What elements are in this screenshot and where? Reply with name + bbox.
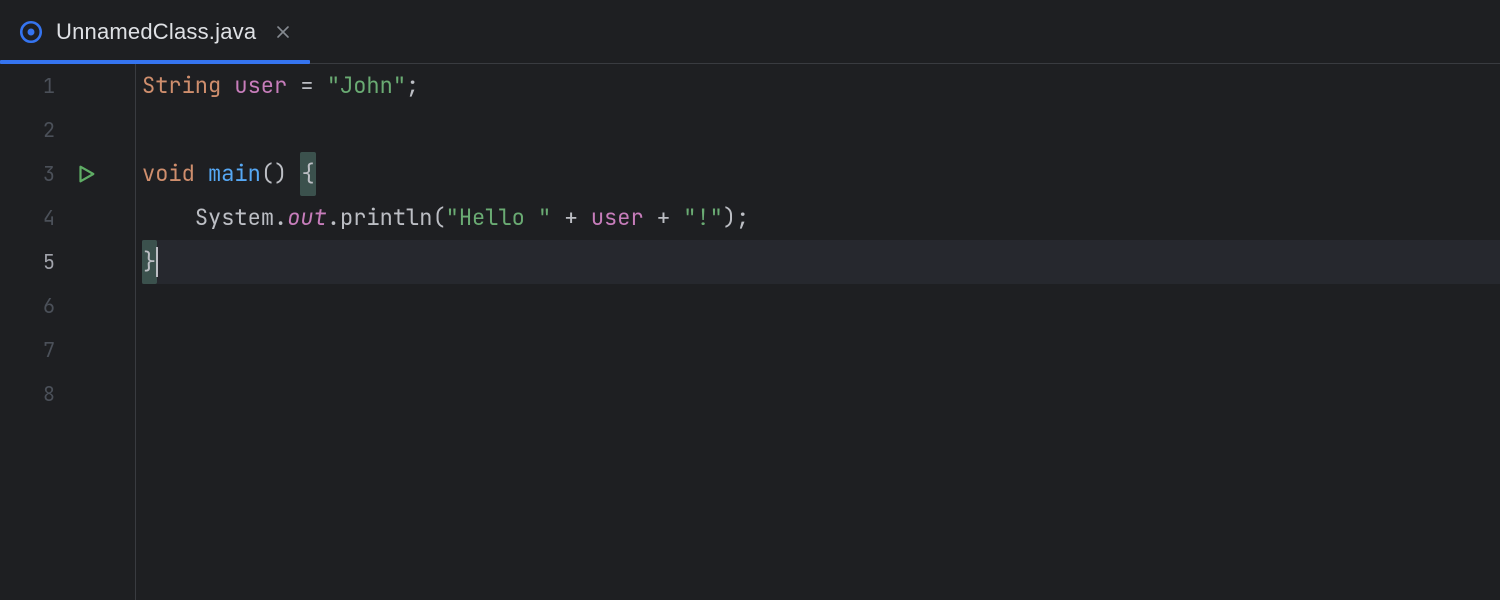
line-number: 1 xyxy=(0,64,135,108)
code-line[interactable]: } xyxy=(142,240,1500,284)
token-punct: () xyxy=(261,152,287,196)
token-brace: } xyxy=(142,240,157,284)
token-field: out xyxy=(287,196,327,240)
code-line[interactable] xyxy=(142,284,1500,328)
line-number: 7 xyxy=(0,328,135,372)
token-call: println xyxy=(340,196,432,240)
token-variable: user xyxy=(234,64,287,108)
line-number: 5 xyxy=(0,240,135,284)
code-line[interactable] xyxy=(142,372,1500,416)
code-line[interactable]: void main() { xyxy=(142,152,1500,196)
token-method: main xyxy=(208,152,261,196)
token-ident: System xyxy=(195,196,274,240)
code-line[interactable]: System.out.println("Hello " + user + "!"… xyxy=(142,196,1500,240)
tab-unnamedclass[interactable]: UnnamedClass.java xyxy=(0,0,310,63)
code-line[interactable] xyxy=(142,108,1500,152)
token-punct: . xyxy=(327,196,340,240)
token-punct: ) xyxy=(723,196,736,240)
editor[interactable]: 1 2 3 4 5 6 7 8 String user = "John"; vo… xyxy=(0,64,1500,600)
token-type: String xyxy=(142,64,221,108)
line-number: 2 xyxy=(0,108,135,152)
class-ring-icon xyxy=(18,19,44,45)
token-operator: + xyxy=(644,196,684,240)
code-line[interactable]: String user = "John"; xyxy=(142,64,1500,108)
token-indent xyxy=(142,196,195,240)
token-string: "!" xyxy=(683,196,723,240)
tab-filename: UnnamedClass.java xyxy=(56,19,256,45)
token-punct: ( xyxy=(432,196,445,240)
token-operator: + xyxy=(551,196,591,240)
token-keyword: void xyxy=(142,152,195,196)
token-brace: { xyxy=(300,152,315,196)
token-string: "Hello " xyxy=(446,196,552,240)
line-number: 8 xyxy=(0,372,135,416)
token-space xyxy=(287,152,300,196)
code-area[interactable]: String user = "John"; void main() { Syst… xyxy=(136,64,1500,600)
caret xyxy=(156,247,158,277)
line-number: 4 xyxy=(0,196,135,240)
token-operator: = xyxy=(287,64,327,108)
token-punct: ; xyxy=(736,196,749,240)
token-variable: user xyxy=(591,196,644,240)
line-number: 6 xyxy=(0,284,135,328)
run-triangle-icon[interactable] xyxy=(75,163,97,185)
line-number: 3 xyxy=(0,152,135,196)
code-line[interactable] xyxy=(142,328,1500,372)
token-punct: ; xyxy=(406,64,419,108)
token-string: "John" xyxy=(327,64,406,108)
token-punct: . xyxy=(274,196,287,240)
close-icon[interactable] xyxy=(274,23,292,41)
tab-bar: UnnamedClass.java xyxy=(0,0,1500,64)
gutter: 1 2 3 4 5 6 7 8 xyxy=(0,64,136,600)
